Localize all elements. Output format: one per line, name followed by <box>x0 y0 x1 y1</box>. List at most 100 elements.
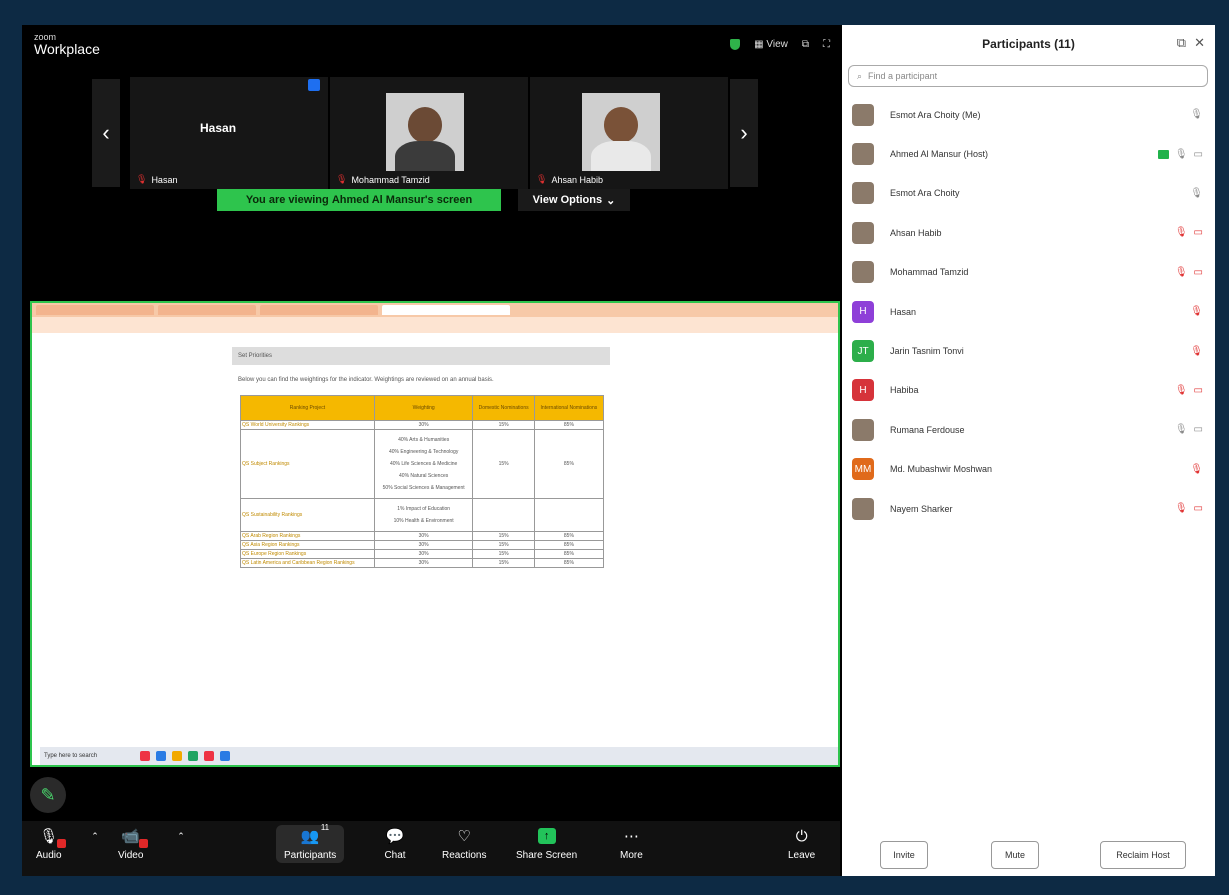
panel-controls: ⧉ ✕ <box>1177 35 1205 51</box>
browser-tab-active <box>382 305 510 315</box>
video-tile-tamzid[interactable]: 🎙 Mohammad Tamzid <box>330 77 528 189</box>
mute-all-button[interactable]: Mute <box>991 841 1039 869</box>
cell-project: QS Asia Region Rankings <box>240 540 375 550</box>
weight-line: 40% Arts & Humanities <box>398 437 450 443</box>
close-icon[interactable]: ✕ <box>1194 35 1205 51</box>
minimize-icon[interactable]: ⧉ <box>802 39 809 50</box>
participant-name: Md. Mubashwir Moshwan <box>890 464 993 475</box>
view-options-button[interactable]: View Options ⌄ <box>518 189 630 211</box>
tile-display-name: Hasan <box>200 121 237 135</box>
share-screen-button[interactable]: ↑ Share Screen <box>516 827 577 861</box>
gallery-next-button[interactable]: › <box>730 79 758 187</box>
cell-international: 85% <box>533 540 605 550</box>
cell-international: 85% <box>533 429 605 499</box>
cell-weighting: 30% <box>373 558 474 568</box>
taskbar-search: Type here to search <box>44 753 98 759</box>
participant-row[interactable]: H Habiba 🎙 ▭ <box>842 371 1215 410</box>
camera-icon: ▭ <box>1193 148 1203 160</box>
tile-name-label: 🎙 Mohammad Tamzid <box>336 174 430 185</box>
video-button[interactable]: 📹 Video <box>118 827 148 861</box>
participant-status: 🎙 <box>1190 306 1203 317</box>
audio-button[interactable]: 🎙 Audio <box>36 827 66 861</box>
cell-project: QS Subject Rankings <box>240 429 375 499</box>
participant-name: Ahsan Habib <box>890 227 942 238</box>
leave-button[interactable]: ⏻ Leave <box>788 827 815 862</box>
mic-muted-icon: 🎙 <box>136 174 148 184</box>
participant-status: 🎙 ▭ <box>1175 267 1203 278</box>
participant-row[interactable]: Ahsan Habib 🎙 ▭ <box>842 213 1215 252</box>
weight-line: 30% <box>418 542 429 548</box>
participants-button[interactable]: 👥 11 Participants <box>276 823 345 863</box>
chat-button[interactable]: 💬 Chat <box>384 827 406 861</box>
participant-search[interactable]: ⌕ Find a participant <box>848 65 1208 87</box>
avatar-photo <box>852 221 874 244</box>
cell-weighting: 30% <box>373 531 474 541</box>
th-project: Ranking Project <box>240 395 375 421</box>
table-body: QS World University Rankings 30% 15% 85% QS … <box>240 420 605 568</box>
participant-row[interactable]: Rumana Ferdouse 🎙 ▭ <box>842 410 1215 449</box>
weight-line: 30% <box>418 422 429 428</box>
participant-row[interactable]: H Hasan 🎙 <box>842 292 1215 331</box>
participant-row[interactable]: Nayem Sharker 🎙 ▭ <box>842 489 1215 528</box>
fullscreen-icon[interactable]: ⛶ <box>823 39 830 50</box>
reactions-button[interactable]: ♡ Reactions <box>442 827 486 861</box>
video-options-icon[interactable]: ⌃ <box>170 827 192 845</box>
cell-weighting: 40% Arts & Humanities 40% Engineering & T… <box>373 429 474 499</box>
gallery-prev-button[interactable]: ‹ <box>92 79 120 187</box>
participant-photo <box>582 93 660 171</box>
reclaim-host-button[interactable]: Reclaim Host <box>1100 841 1186 869</box>
app-icon <box>140 751 150 761</box>
participant-row[interactable]: Ahmed Al Mansur (Host) 🎙 ▭ <box>842 134 1215 173</box>
mic-icon: 🎙 <box>1174 148 1188 160</box>
popout-icon[interactable]: ⧉ <box>1177 35 1186 51</box>
video-tile-hasan[interactable]: Hasan 🎙 Hasan <box>130 77 328 189</box>
chat-icon: 💬 <box>385 828 405 845</box>
cell-project: QS Latin America and Caribbean Region Ra… <box>240 558 375 568</box>
participant-row[interactable]: Esmot Ara Choity 🎙 <box>842 174 1215 213</box>
cell-weighting: 1% Impact of Education 10% Health & Envir… <box>373 498 474 532</box>
video-tile-ahsan[interactable]: 🎙 Ahsan Habib <box>530 77 728 189</box>
cell-weighting: 30% <box>373 540 474 550</box>
participant-status: 🎙 <box>1190 188 1203 199</box>
view-button[interactable]: ▦ View <box>754 39 788 50</box>
cell-domestic: 15% <box>472 540 535 550</box>
pencil-icon: ✎ <box>40 784 56 805</box>
mic-muted-icon: 🎙 <box>1174 227 1188 239</box>
participant-status: 🎙 ▭ <box>1175 424 1203 435</box>
cell-international: 85% <box>533 549 605 559</box>
app-icon <box>204 751 214 761</box>
avatar-photo <box>852 143 874 166</box>
view-label: View <box>766 39 788 50</box>
security-shield-icon[interactable] <box>730 39 741 50</box>
shared-screen: Set Priorities Below you can find the we… <box>30 301 840 767</box>
participant-row[interactable]: Mohammad Tamzid 🎙 ▭ <box>842 253 1215 292</box>
tile-menu-icon[interactable] <box>308 79 320 91</box>
participant-row[interactable]: Esmot Ara Choity (Me) 🎙 <box>842 95 1215 134</box>
weight-line: 40% Engineering & Technology <box>388 449 459 455</box>
mic-muted-icon: 🎙 <box>536 174 548 184</box>
table-row: QS Sustainability Rankings 1% Impact of E… <box>240 498 605 532</box>
mic-icon: 🎙 <box>1190 109 1203 121</box>
panel-title: Participants (11) <box>982 37 1075 51</box>
chevron-left-icon: ‹ <box>102 120 110 145</box>
avatar-photo <box>852 418 874 441</box>
mic-muted-icon: 🎙 <box>1190 463 1203 475</box>
annotate-pencil-button[interactable]: ✎ <box>30 777 66 813</box>
camera-off-icon: ▭ <box>1193 384 1203 396</box>
sharing-icon <box>1157 149 1169 159</box>
participant-name: Rumana Ferdouse <box>890 424 965 435</box>
avatar-photo <box>852 497 874 520</box>
audio-options-icon[interactable]: ⌃ <box>84 827 106 845</box>
panel-footer: Invite Mute Reclaim Host <box>842 841 1215 871</box>
participant-row[interactable]: MM Md. Mubashwir Moshwan 🎙 <box>842 450 1215 489</box>
cell-project: QS World University Rankings <box>240 420 375 430</box>
table-row: QS Asia Region Rankings 30% 15% 85% <box>240 540 605 550</box>
camera-off-icon: ▭ <box>1193 266 1203 278</box>
zoom-logo: zoom Workplace <box>34 33 100 57</box>
more-button[interactable]: ⋯ More <box>620 827 643 861</box>
invite-button[interactable]: Invite <box>880 841 928 869</box>
mic-muted-icon: 🎙 <box>1174 266 1188 278</box>
cell-weighting: 30% <box>373 549 474 559</box>
participant-name: Mohammad Tamzid <box>890 267 969 278</box>
participant-row[interactable]: JT Jarin Tasnim Tonvi 🎙 <box>842 331 1215 370</box>
